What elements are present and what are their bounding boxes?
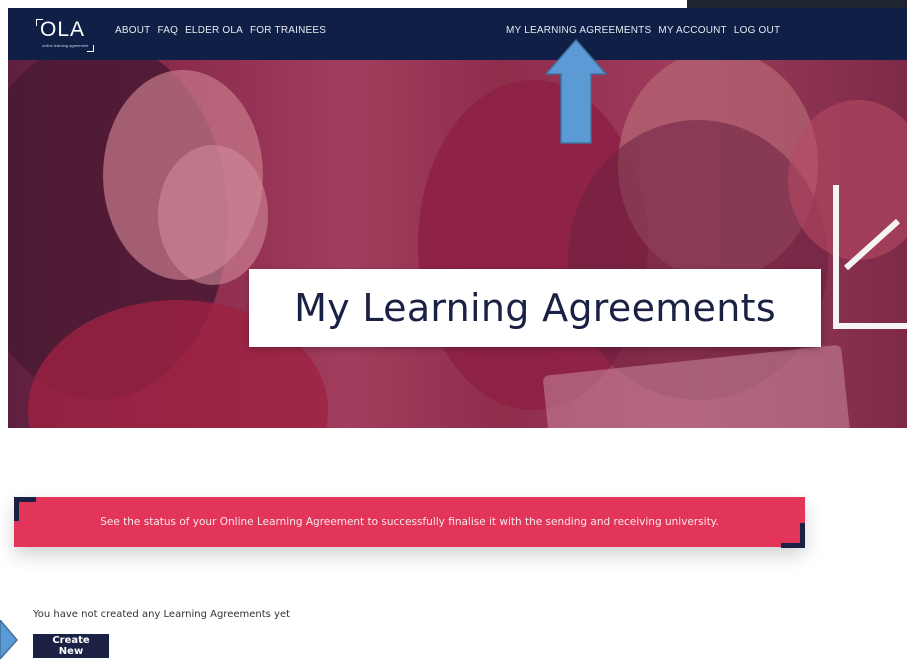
info-banner: See the status of your Online Learning A… bbox=[14, 497, 805, 547]
logo-text: OLA bbox=[40, 18, 86, 41]
nav-about-link[interactable]: ABOUT bbox=[115, 25, 150, 36]
banner-corner-bottom-right bbox=[781, 523, 805, 548]
nav-for-trainees-link[interactable]: FOR TRAINEES bbox=[250, 25, 326, 36]
empty-state-message: You have not created any Learning Agreem… bbox=[33, 609, 291, 620]
nav-my-learning-agreements-link[interactable]: MY LEARNING AGREEMENTS bbox=[506, 25, 651, 36]
nav-right-links: MY LEARNING AGREEMENTS MY ACCOUNT LOG OU… bbox=[506, 25, 780, 36]
page-title: My Learning Agreements bbox=[294, 286, 776, 330]
logo-tagline: online learning agreement bbox=[42, 43, 89, 48]
nav-faq-link[interactable]: FAQ bbox=[157, 25, 178, 36]
hero-banner: My Learning Agreements bbox=[8, 60, 907, 428]
nav-left-links: ABOUT FAQ ELDER OLA FOR TRAINEES bbox=[115, 25, 326, 36]
arrow-right-icon bbox=[0, 620, 18, 659]
create-new-button[interactable]: Create New bbox=[33, 634, 109, 658]
info-banner-text: See the status of your Online Learning A… bbox=[100, 516, 719, 528]
hero-figure-left-hand bbox=[158, 145, 268, 285]
top-navigation-bar: OLA online learning agreement ABOUT FAQ … bbox=[8, 8, 907, 60]
banner-corner-top-left bbox=[14, 497, 36, 521]
ola-logo[interactable]: OLA online learning agreement bbox=[36, 18, 94, 52]
nav-log-out-link[interactable]: LOG OUT bbox=[734, 25, 780, 36]
logo-bracket-bottom-right bbox=[87, 45, 94, 52]
arrow-up-icon bbox=[545, 38, 607, 144]
nav-my-account-link[interactable]: MY ACCOUNT bbox=[658, 25, 727, 36]
hero-title-box: My Learning Agreements bbox=[249, 269, 821, 347]
nav-elder-ola-link[interactable]: ELDER OLA bbox=[185, 25, 243, 36]
hero-frame-decoration bbox=[833, 185, 907, 329]
window-top-strip bbox=[687, 0, 907, 8]
